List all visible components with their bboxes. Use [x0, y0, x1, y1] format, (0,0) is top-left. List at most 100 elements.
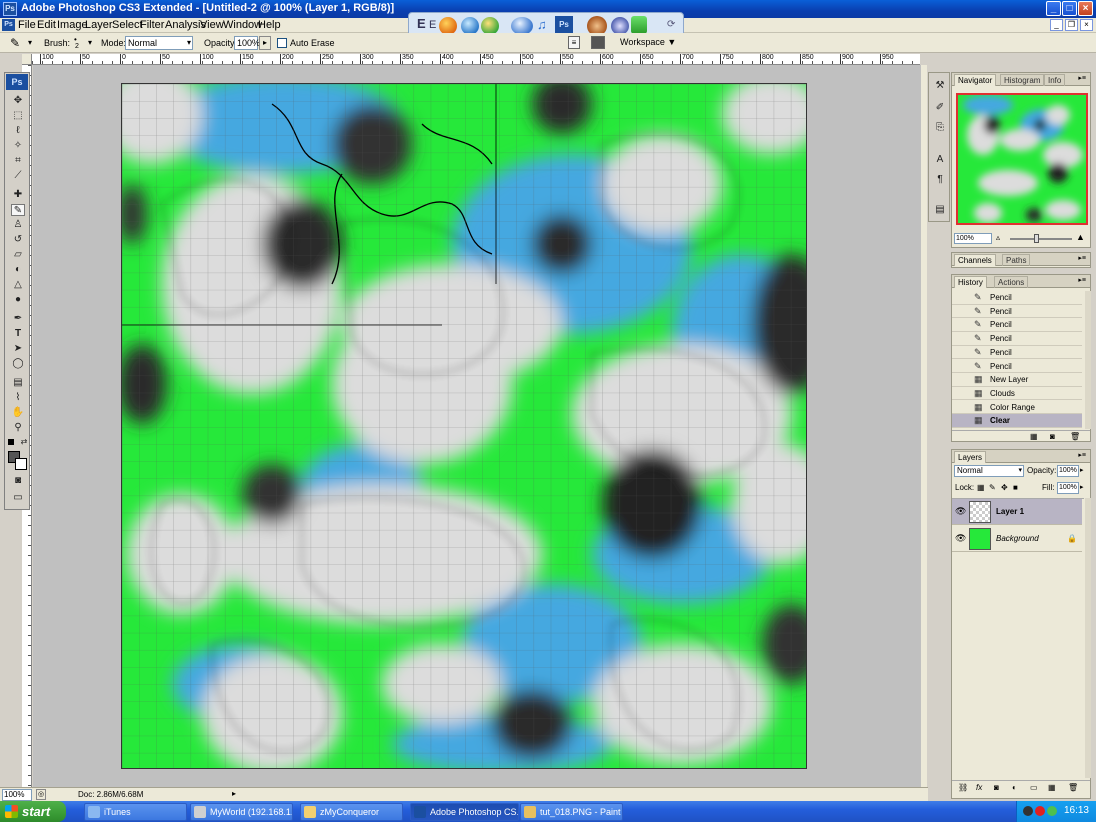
minimize-button[interactable]: _: [1046, 1, 1061, 16]
new-group-icon[interactable]: ▭: [1030, 783, 1038, 792]
app-green-icon[interactable]: [631, 16, 647, 34]
tool-presets-icon[interactable]: ⚒: [933, 79, 947, 93]
editor-e-icon[interactable]: E: [417, 16, 426, 31]
dodge-tool-icon[interactable]: ●: [11, 294, 25, 306]
panel-menu-icon[interactable]: ▸≡: [1078, 74, 1086, 82]
menu-image[interactable]: Image: [57, 19, 88, 31]
character-icon[interactable]: A: [933, 153, 947, 167]
menu-layer[interactable]: Layer: [85, 19, 113, 31]
tray-app-icon[interactable]: [1023, 806, 1033, 816]
snapshot-icon[interactable]: ◙: [1050, 432, 1055, 441]
status-menu-arrow[interactable]: ▸: [232, 789, 236, 798]
zoom-in-icon[interactable]: ▲: [1076, 232, 1085, 242]
preset-dropdown-arrow[interactable]: ▾: [28, 38, 32, 47]
itunes-icon[interactable]: ♫: [537, 17, 547, 32]
mode-select[interactable]: Normal ▾: [125, 36, 193, 50]
lock-position-icon[interactable]: ✥: [1001, 483, 1008, 492]
history-item[interactable]: ✎ Pencil: [952, 360, 1082, 373]
layer-comps-icon[interactable]: ▤: [933, 203, 947, 217]
pen-tool-icon[interactable]: ✒: [11, 313, 25, 325]
layer-style-icon[interactable]: fx: [976, 783, 982, 792]
layer-opacity-field[interactable]: 100%: [1057, 465, 1079, 477]
screen-mode-icon[interactable]: ▭: [11, 492, 25, 504]
pencil-tool-icon[interactable]: ✎: [11, 204, 25, 216]
background-color-swatch[interactable]: [15, 458, 27, 470]
tab-history[interactable]: History: [954, 276, 987, 288]
layer-row-background[interactable]: 👁 Background 🔒: [952, 526, 1082, 552]
history-item[interactable]: ✎ Pencil: [952, 318, 1082, 332]
tray-network-icon[interactable]: [1047, 806, 1057, 816]
link-layers-icon[interactable]: ⛓: [958, 783, 968, 792]
history-item[interactable]: ✎ Pencil: [952, 332, 1082, 346]
workspace-menu[interactable]: Workspace ▼: [620, 37, 676, 47]
layer-row-layer-1[interactable]: 👁 Layer 1: [952, 499, 1082, 525]
tab-layers[interactable]: Layers: [954, 451, 987, 463]
zoom-tool-icon[interactable]: ⚲: [11, 422, 25, 434]
opacity-field[interactable]: 100%: [234, 36, 260, 50]
type-tool-icon[interactable]: T: [11, 328, 25, 340]
path-selection-tool-icon[interactable]: ➤: [11, 343, 25, 355]
fill-field[interactable]: 100%: [1057, 482, 1079, 494]
tab-navigator[interactable]: Navigator: [954, 74, 997, 86]
history-item[interactable]: ✎ Pencil: [952, 305, 1082, 319]
opacity-arrow[interactable]: ▸: [1080, 466, 1084, 474]
menu-edit[interactable]: Edit: [37, 19, 56, 31]
doc-close-button[interactable]: ×: [1080, 19, 1093, 31]
photoshop-icon[interactable]: Ps: [555, 16, 573, 34]
history-brush-tool-icon[interactable]: ↺: [11, 234, 25, 246]
magic-wand-tool-icon[interactable]: ✧: [11, 140, 25, 152]
zoom-field[interactable]: 100%: [2, 789, 32, 801]
quick-mask-icon[interactable]: ◙: [11, 475, 25, 487]
pencil-tool-preset-icon[interactable]: ✎: [10, 36, 20, 50]
menu-filter[interactable]: Filter: [140, 19, 164, 31]
vertical-scrollbar[interactable]: [921, 65, 927, 787]
eye-icon[interactable]: 👁: [955, 506, 966, 517]
taskbar-item-myworld[interactable]: MyWorld (192.168.1....: [190, 803, 293, 821]
history-scrollbar[interactable]: [1085, 291, 1091, 429]
taskbar-item-zmyconqueror[interactable]: zMyConqueror: [300, 803, 403, 821]
canvas[interactable]: [121, 83, 807, 769]
panel-menu-icon[interactable]: ▸≡: [1078, 451, 1086, 459]
palette-well-icon[interactable]: ≡: [568, 36, 580, 49]
history-item[interactable]: ▦ New Layer: [952, 373, 1082, 387]
doc-minimize-button[interactable]: _: [1050, 19, 1063, 31]
lock-transparent-icon[interactable]: ▦: [977, 483, 985, 492]
move-tool-icon[interactable]: ✥: [11, 95, 25, 107]
healing-brush-tool-icon[interactable]: ✚: [11, 189, 25, 201]
navigator-zoom-slider[interactable]: [1010, 234, 1072, 243]
menu-help[interactable]: Help: [258, 19, 281, 31]
layers-scrollbar[interactable]: [1085, 498, 1091, 778]
navigator-preview[interactable]: [956, 93, 1088, 225]
history-item[interactable]: ▦ Color Range: [952, 401, 1082, 415]
blend-mode-select[interactable]: Normal ▾: [954, 465, 1024, 477]
brushes-icon[interactable]: ✐: [933, 101, 947, 115]
brush-dropdown-arrow[interactable]: ▾: [88, 38, 92, 47]
menu-select[interactable]: Select: [112, 19, 143, 31]
editor-e-small-icon[interactable]: E: [429, 19, 436, 31]
panel-menu-icon[interactable]: ▸≡: [1078, 276, 1086, 284]
tab-channels[interactable]: Channels: [954, 254, 996, 266]
opacity-slider-button[interactable]: ▸: [259, 36, 271, 50]
lasso-tool-icon[interactable]: ℓ: [11, 125, 25, 137]
menu-window[interactable]: Window: [223, 19, 262, 31]
start-button[interactable]: start: [0, 801, 66, 822]
trash-icon[interactable]: 🗑: [1070, 432, 1080, 441]
menu-view[interactable]: View: [200, 19, 224, 31]
history-item[interactable]: ▦ Clouds: [952, 387, 1082, 401]
panel-menu-icon[interactable]: ▸≡: [1078, 254, 1086, 262]
tray-security-icon[interactable]: [1035, 806, 1045, 816]
tab-paths[interactable]: Paths: [1002, 254, 1031, 266]
document-icon[interactable]: Ps: [2, 19, 15, 31]
menu-file[interactable]: File: [18, 19, 36, 31]
launcher-options-icon[interactable]: ⟳: [667, 19, 675, 30]
zoom-out-icon[interactable]: ▵: [996, 233, 1000, 242]
marquee-tool-icon[interactable]: ⬚: [11, 110, 25, 122]
clone-source-icon[interactable]: ⎘: [933, 121, 947, 135]
close-button[interactable]: ×: [1078, 1, 1093, 16]
history-item-active[interactable]: ▦ Clear: [952, 414, 1082, 428]
workspace-icon[interactable]: [591, 36, 605, 49]
lock-all-icon[interactable]: ■: [1013, 483, 1018, 492]
status-info-icon[interactable]: ◎: [36, 789, 46, 800]
hand-tool-icon[interactable]: ✋: [11, 407, 25, 419]
new-layer-icon[interactable]: ▦: [1048, 783, 1056, 792]
